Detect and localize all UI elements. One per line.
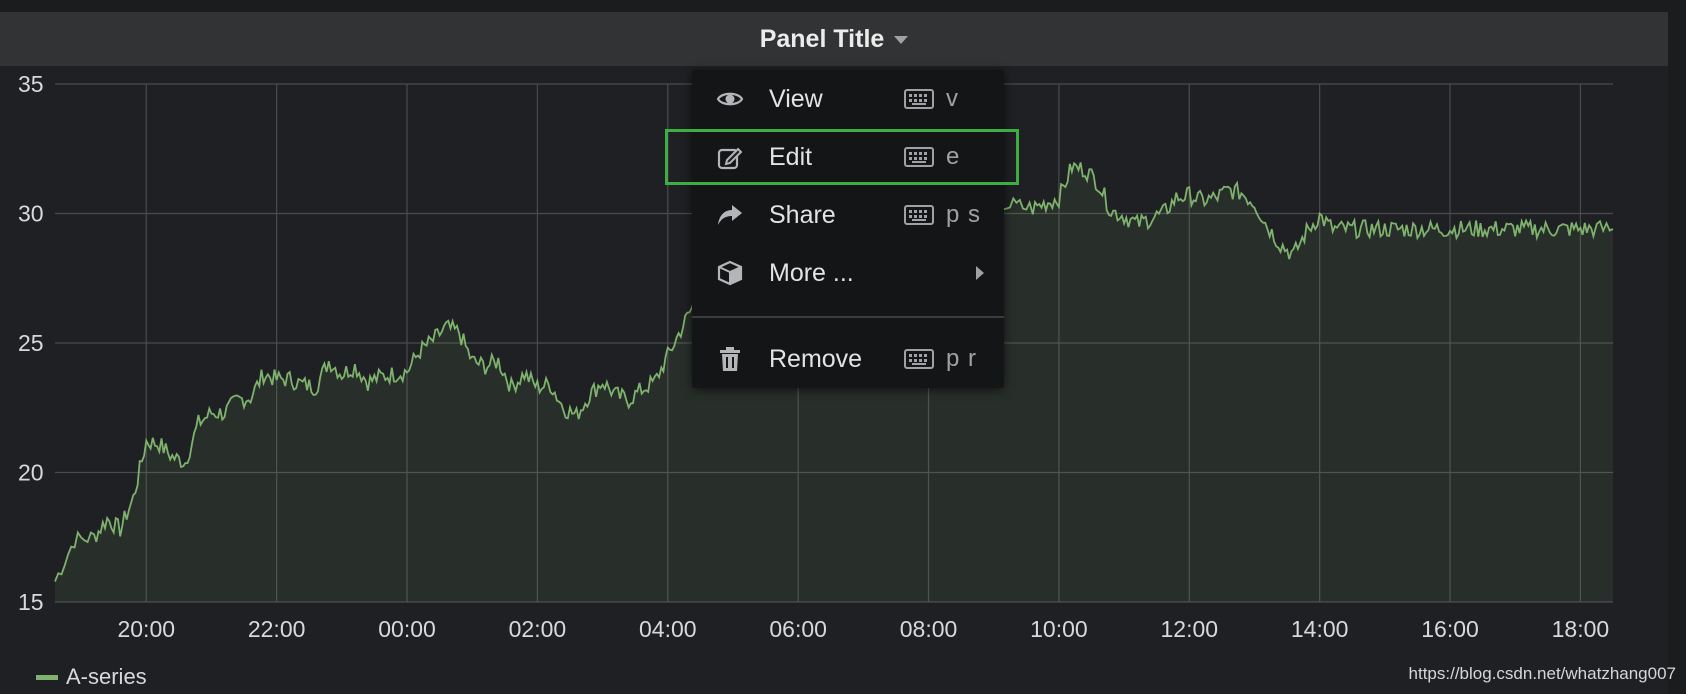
x-tick-label: 20:00 <box>117 616 175 642</box>
menu-item-shortcut: p r <box>946 345 978 372</box>
legend-series-label[interactable]: A-series <box>66 664 147 690</box>
x-tick-label: 12:00 <box>1160 616 1218 642</box>
menu-item-shortcut: v <box>946 85 959 112</box>
x-tick-label: 18:00 <box>1552 616 1610 642</box>
chevron-right-icon <box>976 266 984 280</box>
x-tick-label: 22:00 <box>248 616 306 642</box>
x-tick-label: 00:00 <box>378 616 436 642</box>
y-tick-label: 25 <box>18 330 44 356</box>
keyboard-icon <box>904 89 934 109</box>
x-tick-label: 16:00 <box>1421 616 1479 642</box>
menu-item-remove[interactable]: Remove p r <box>692 330 1004 388</box>
panel-header: Panel Title <box>0 12 1668 66</box>
y-tick-label: 35 <box>18 71 44 97</box>
keyboard-icon <box>904 205 934 225</box>
x-tick-label: 02:00 <box>509 616 567 642</box>
x-axis-ticks: 20:00 22:00 00:00 02:00 04:00 06:00 08:00 10:00… <box>117 616 1609 642</box>
eye-icon <box>716 85 744 113</box>
menu-item-more[interactable]: More ... <box>692 244 1004 302</box>
panel-context-menu: View v Edit e Share p s More ... Remove … <box>692 70 1004 388</box>
menu-item-label: Share <box>769 200 836 229</box>
keyboard-icon <box>904 349 934 369</box>
y-tick-label: 30 <box>18 201 44 227</box>
y-axis-ticks: 15 20 25 30 35 <box>18 71 44 615</box>
menu-item-shortcut: p s <box>946 201 982 228</box>
menu-item-edit[interactable]: Edit e <box>692 128 1004 186</box>
y-tick-label: 20 <box>18 460 44 486</box>
x-tick-label: 14:00 <box>1291 616 1349 642</box>
x-tick-label: 04:00 <box>639 616 697 642</box>
legend[interactable]: A-series <box>36 664 147 690</box>
x-tick-label: 08:00 <box>900 616 958 642</box>
menu-item-label: Edit <box>769 142 813 171</box>
edit-icon <box>716 143 744 171</box>
panel-title[interactable]: Panel Title <box>760 25 885 54</box>
y-tick-label: 15 <box>18 589 44 615</box>
legend-swatch <box>36 674 58 680</box>
x-tick-label: 10:00 <box>1030 616 1088 642</box>
menu-item-label: View <box>769 84 823 113</box>
menu-item-label: More ... <box>769 258 854 287</box>
trash-icon <box>716 345 744 373</box>
menu-divider <box>692 316 1004 318</box>
menu-item-shortcut: e <box>946 143 961 170</box>
menu-item-label: Remove <box>769 344 863 373</box>
cube-icon <box>716 259 744 287</box>
watermark: https://blog.csdn.net/whatzhang007 <box>1408 664 1676 683</box>
keyboard-icon <box>904 147 934 167</box>
share-icon <box>716 201 744 229</box>
panel-title-dropdown[interactable]: Panel Title <box>760 25 909 54</box>
caret-down-icon[interactable] <box>894 36 909 44</box>
x-tick-label: 06:00 <box>769 616 827 642</box>
menu-item-view[interactable]: View v <box>692 70 1004 128</box>
menu-item-share[interactable]: Share p s <box>692 186 1004 244</box>
